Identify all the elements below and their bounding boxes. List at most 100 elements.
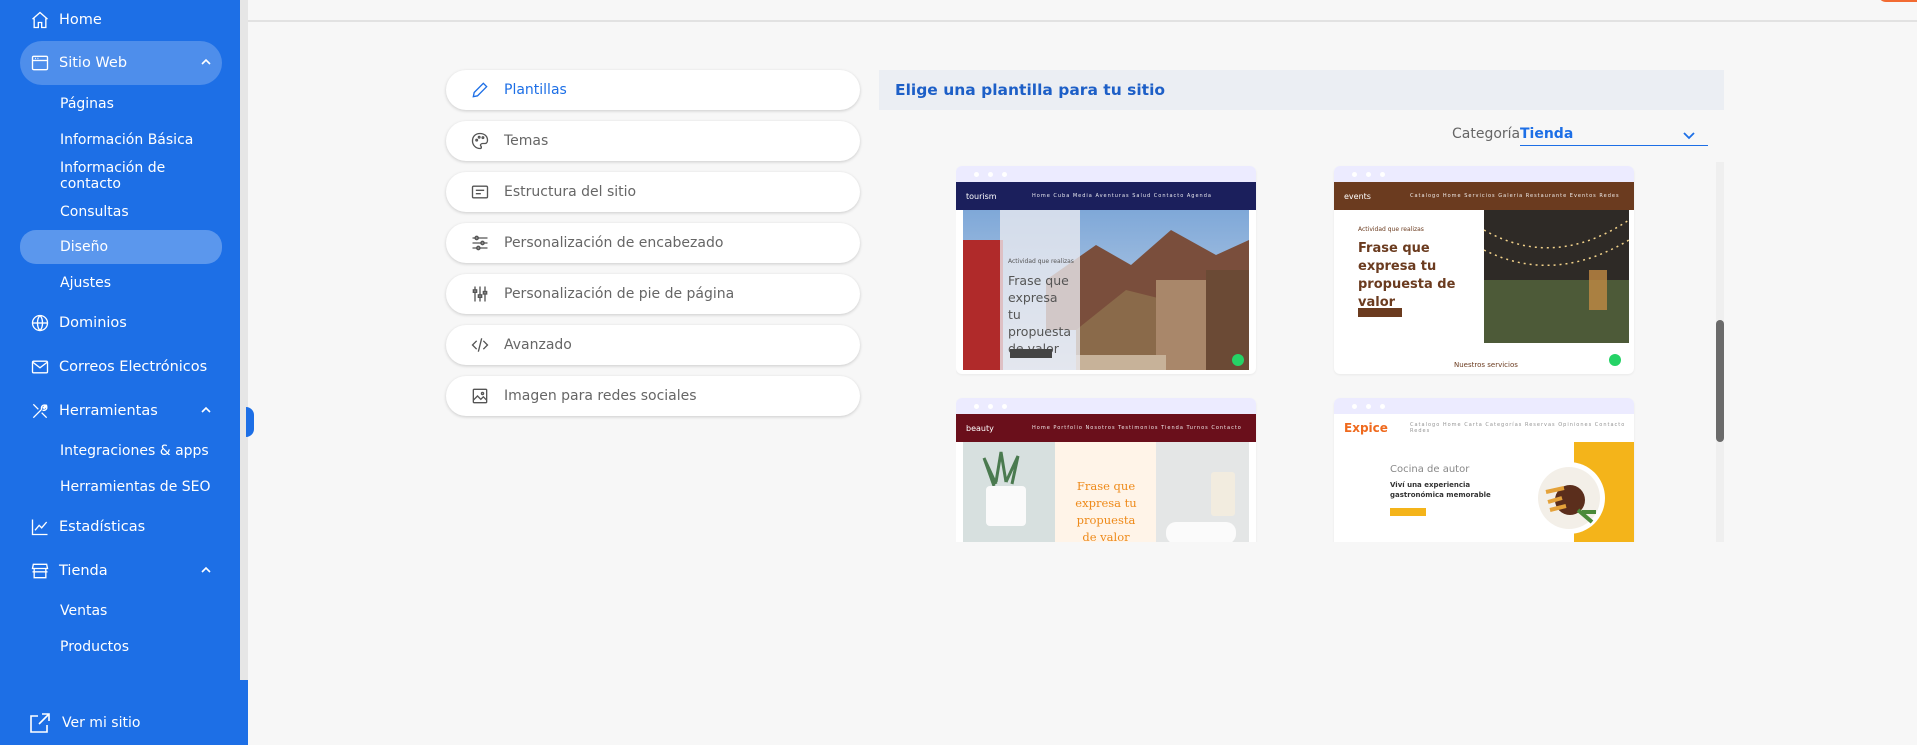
menu-label: Temas	[504, 133, 549, 149]
menu-pie-de-pagina[interactable]: Personalización de pie de página	[446, 274, 860, 314]
template-navbar: beauty Home Portfolio Nosotros Testimoni…	[956, 414, 1256, 442]
sidebar-item-sitio-web[interactable]: Sitio Web	[20, 41, 222, 85]
category-select[interactable]: Tienda	[1520, 124, 1708, 146]
browser-chrome	[956, 166, 1256, 182]
menu-imagen-redes[interactable]: Imagen para redes sociales	[446, 376, 860, 416]
home-icon	[30, 10, 50, 30]
sidebar-subitem-paginas[interactable]: Páginas	[20, 88, 222, 120]
sidebar-item-label: Dominios	[59, 315, 127, 331]
template-preview-image: Cocina de autor Viví una experiencia gas…	[1334, 442, 1634, 542]
ver-mi-sitio-label: Ver mi sitio	[62, 715, 141, 731]
template-nav-links: Home Cuba Media Aventuras Salud Contacto…	[1032, 193, 1212, 199]
template-card-expice[interactable]: Expice Catalogo Home Carta Categorías Re…	[1334, 398, 1634, 542]
browser-chrome	[956, 398, 1256, 414]
template-kicker: Actividad que realizas	[1008, 258, 1074, 265]
template-preview-image: Actividad que realizas Frase que expresa…	[956, 210, 1256, 374]
sidebar-item-dominios[interactable]: Dominios	[20, 301, 222, 345]
pencil-icon	[470, 80, 490, 100]
chevron-down-icon	[1682, 128, 1696, 142]
sidebar-subitem-consultas[interactable]: Consultas	[20, 196, 222, 228]
sidebar-item-label: Herramientas	[59, 403, 158, 419]
sidebar-item-correos[interactable]: Correos Electrónicos	[20, 345, 222, 389]
sidebar-item-label: Sitio Web	[59, 55, 128, 71]
template-nav-links: Catalogo Home Servicios Galeria Restaura…	[1410, 193, 1620, 199]
panel-title: Elige una plantilla para tu sitio	[879, 70, 1724, 110]
template-brand: beauty	[966, 423, 994, 433]
template-headline: Frase que expresa tu propuesta de valor	[1358, 241, 1456, 310]
line-chart-icon	[30, 517, 50, 537]
vertical-sliders-icon	[470, 284, 490, 304]
top-action-button[interactable]	[1878, 0, 1917, 2]
sidebar-scrollbar[interactable]	[240, 0, 248, 680]
template-headline: Viví una experiencia gastronómica memora…	[1390, 481, 1491, 499]
menu-label: Personalización de pie de página	[504, 286, 735, 302]
menu-label: Estructura del sitio	[504, 184, 637, 200]
sidebar-item-label: Tienda	[59, 563, 108, 579]
template-nav-links: Home Portfolio Nosotros Testimonios Tien…	[1032, 425, 1242, 431]
layout-icon	[470, 182, 490, 202]
template-navbar: Expice Catalogo Home Carta Categorías Re…	[1334, 414, 1634, 442]
template-headline: Frase que expresa tu propuesta de valor	[1075, 479, 1137, 542]
menu-estructura[interactable]: Estructura del sitio	[446, 172, 860, 212]
template-cta	[1358, 308, 1402, 317]
menu-label: Imagen para redes sociales	[504, 388, 697, 404]
image-icon	[470, 386, 490, 406]
template-cta	[1010, 349, 1052, 358]
sidebar-item-tienda[interactable]: Tienda	[20, 549, 222, 593]
category-label: Categoría	[1452, 126, 1521, 142]
chevron-up-icon[interactable]	[200, 404, 212, 416]
template-kicker: Actividad que realizas	[1358, 226, 1424, 233]
menu-encabezado[interactable]: Personalización de encabezado	[446, 223, 860, 263]
browser-chrome	[1334, 166, 1634, 182]
sidebar-nav: Home Sitio Web Páginas Información Básic…	[0, 0, 240, 680]
template-kicker: Cocina de autor	[1390, 464, 1470, 475]
chevron-up-icon[interactable]	[200, 564, 212, 576]
sliders-icon	[470, 233, 490, 253]
category-value: Tienda	[1520, 126, 1574, 142]
sidebar-subitem-integraciones[interactable]: Integraciones & apps	[20, 435, 222, 467]
template-card-events[interactable]: events Catalogo Home Servicios Galeria R…	[1334, 166, 1634, 374]
template-grid: tourism Home Cuba Media Aventuras Salud …	[956, 162, 1716, 542]
sidebar-item-label: Correos Electrónicos	[59, 359, 208, 375]
ver-mi-sitio-link[interactable]: Ver mi sitio	[28, 707, 140, 739]
menu-label: Plantillas	[504, 82, 567, 98]
template-navbar: tourism Home Cuba Media Aventuras Salud …	[956, 182, 1256, 210]
sidebar-item-home[interactable]: Home	[20, 0, 222, 42]
template-footer-text: Nuestros servicios	[1454, 361, 1518, 369]
template-card-beauty[interactable]: beauty Home Portfolio Nosotros Testimoni…	[956, 398, 1256, 542]
menu-plantillas[interactable]: Plantillas	[446, 70, 860, 110]
template-nav-links: Catalogo Home Carta Categorías Reservas …	[1410, 422, 1626, 434]
sidebar-subitem-diseno[interactable]: Diseño	[20, 230, 222, 264]
sidebar-subitem-informacion-basica[interactable]: Información Básica	[20, 124, 222, 156]
tools-icon	[30, 401, 50, 421]
sidebar-subitem-ajustes[interactable]: Ajustes	[20, 267, 222, 299]
sidebar: Home Sitio Web Páginas Información Básic…	[0, 0, 248, 745]
globe-icon	[30, 313, 50, 333]
sidebar-subitem-productos[interactable]: Productos	[20, 631, 222, 663]
template-brand: events	[1344, 191, 1371, 201]
template-grid-scrollbar[interactable]	[1716, 162, 1724, 542]
sidebar-subitem-seo[interactable]: Herramientas de SEO	[20, 471, 222, 503]
sidebar-item-estadisticas[interactable]: Estadísticas	[20, 505, 222, 549]
menu-temas[interactable]: Temas	[446, 121, 860, 161]
template-card-tourism[interactable]: tourism Home Cuba Media Aventuras Salud …	[956, 166, 1256, 374]
top-bar	[248, 0, 1917, 22]
sidebar-subitem-ventas[interactable]: Ventas	[20, 595, 222, 627]
template-navbar: events Catalogo Home Servicios Galeria R…	[1334, 182, 1634, 210]
sidebar-subitem-informacion-contacto[interactable]: Información de contacto	[20, 160, 222, 192]
sidebar-collapse-handle[interactable]	[246, 407, 254, 437]
palette-icon	[470, 131, 490, 151]
menu-label: Avanzado	[504, 337, 572, 353]
chevron-up-icon[interactable]	[200, 56, 212, 68]
menu-label: Personalización de encabezado	[504, 235, 724, 251]
code-icon	[470, 335, 490, 355]
browser-window-icon	[30, 53, 50, 73]
sidebar-item-label: Estadísticas	[59, 519, 146, 535]
menu-avanzado[interactable]: Avanzado	[446, 325, 860, 365]
sidebar-item-herramientas[interactable]: Herramientas	[20, 389, 222, 433]
store-icon	[30, 561, 50, 581]
template-brand: Expice	[1344, 421, 1388, 435]
envelope-icon	[30, 357, 50, 377]
scrollbar-thumb[interactable]	[1716, 320, 1724, 442]
template-headline: Frase que expresa tu propuesta de valor	[1008, 273, 1072, 356]
